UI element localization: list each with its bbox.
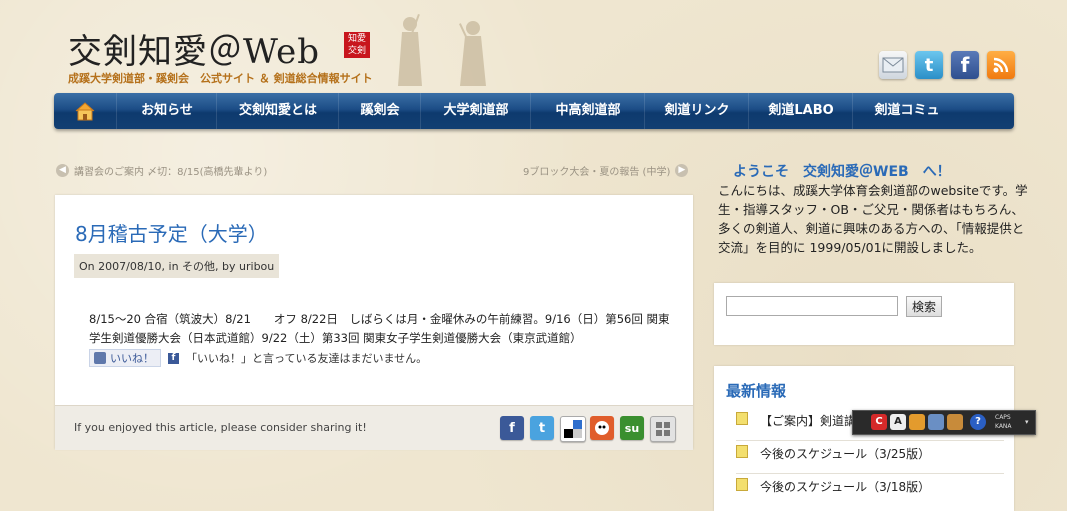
mail-icon[interactable] [879,51,907,79]
help-icon[interactable]: ? [970,414,986,430]
post-meta: On 2007/08/10, in その他, by uribou [74,254,280,278]
news-item-label: 今後のスケジュール（3/25版） [760,447,931,461]
search-widget: 検索 [714,283,1014,345]
toolbar-menu-icon[interactable]: ▾ [1025,418,1029,426]
prev-post-link[interactable]: ◀ 講習会のご案内 〆切：8/15(高橋先輩より) [56,163,267,178]
thumbs-up-icon [94,352,106,364]
site-logo-title[interactable]: 交剣知愛＠Web [68,24,320,73]
next-post-label: 9ブロック大会・夏の報告 (中学) [523,167,671,178]
twitter-icon[interactable]: t [915,51,943,79]
ime-toolbox-icon[interactable] [947,414,963,430]
stumbleupon-share-icon[interactable]: su [620,416,644,440]
note-icon [736,412,748,425]
news-item-label: 【ご案内】剣道講 [760,414,857,428]
ime-mode-icon[interactable]: C [871,414,887,430]
share-bar: If you enjoyed this article, please cons… [55,405,693,450]
news-title: 最新情報 [726,382,787,400]
share-text: If you enjoyed this article, please cons… [74,421,367,434]
note-icon [736,445,748,458]
nav-item-community[interactable]: 剣道コミュ [852,93,961,129]
caps-label: CAPS [995,414,1011,421]
kendo-figure-image-2 [459,21,486,86]
main-navigation: お知らせ 交剣知愛とは 蹊剣会 大学剣道部 中高剣道部 剣道リンク 剣道LABO… [54,93,1014,129]
prev-post-label: 講習会のご案内 〆切：8/15(高橋先輩より) [74,167,268,178]
welcome-title: ようこそ 交剣知愛＠WEB へ！ [733,164,951,180]
twitter-share-icon[interactable]: t [530,416,554,440]
article: 8月稽古予定（大学） On 2007/08/10, in その他, by uri… [55,195,693,450]
ime-dictionary-icon[interactable] [909,414,925,430]
home-icon[interactable] [54,93,116,129]
next-arrow-icon: ▶ [675,164,689,177]
facebook-icon[interactable]: f [951,51,979,79]
welcome-text: こんにちは、成蹊大学体育会剣道部のwebsiteです。学生・指導スタッフ・OB・… [718,183,1028,255]
kendo-figure-image [398,14,422,86]
prev-arrow-icon: ◀ [56,164,69,177]
rss-icon[interactable] [987,51,1015,79]
facebook-mini-icon: f [168,353,179,364]
news-item[interactable]: 今後のスケジュール（3/18版） [736,478,1004,506]
news-item[interactable]: 今後のスケジュール（3/25版） [736,445,1004,474]
kana-label: KANA [995,423,1012,430]
nav-item-news[interactable]: お知らせ [116,93,217,129]
note-icon [736,478,748,491]
nav-item-keikenkai[interactable]: 蹊剣会 [338,93,421,129]
post-title[interactable]: 8月稽古予定（大学） [75,218,268,247]
news-item-label: 今後のスケジュール（3/18版） [760,480,931,494]
like-button-label: いいね！ [110,352,154,365]
hatena-share-icon[interactable] [590,416,614,440]
nav-item-university[interactable]: 大学剣道部 [420,93,531,129]
caps-kana-indicator: CAPS KANA [995,413,1012,431]
ime-font-icon[interactable]: A [890,414,906,430]
like-note: 「いいね！」と言っている友達はまだいません。 [186,352,428,365]
site-tagline: 成蹊大学剣道部・蹊剣会 公式サイト ＆ 剣道総合情報サイト [68,72,373,85]
next-post-link[interactable]: 9ブロック大会・夏の報告 (中学) ▶ [523,163,689,178]
nav-item-about[interactable]: 交剣知愛とは [216,93,339,129]
nav-item-school[interactable]: 中高剣道部 [530,93,645,129]
news-widget: 最新情報 【ご案内】剣道講 今後のスケジュール（3/25版） 今後のスケジュール… [714,366,1014,511]
search-button[interactable]: 検索 [906,296,943,317]
like-button[interactable]: いいね！ [89,349,161,367]
nav-item-links[interactable]: 剣道リンク [644,93,749,129]
search-input[interactable] [726,296,898,316]
delicious-share-icon[interactable] [560,416,586,442]
ime-toolbar[interactable]: C A ? CAPS KANA ▾ [852,410,1036,435]
ime-tool-icon[interactable] [928,414,944,430]
logo-seal: 知愛交剣 [344,32,370,58]
facebook-share-icon[interactable]: f [500,416,524,440]
post-body: 8/15～20 合宿（筑波大）8/21 オフ 8/22日 しばらくは月・金曜休み… [89,312,670,345]
share-more-icon[interactable] [650,416,676,442]
nav-item-labo[interactable]: 剣道LABO [748,93,853,129]
